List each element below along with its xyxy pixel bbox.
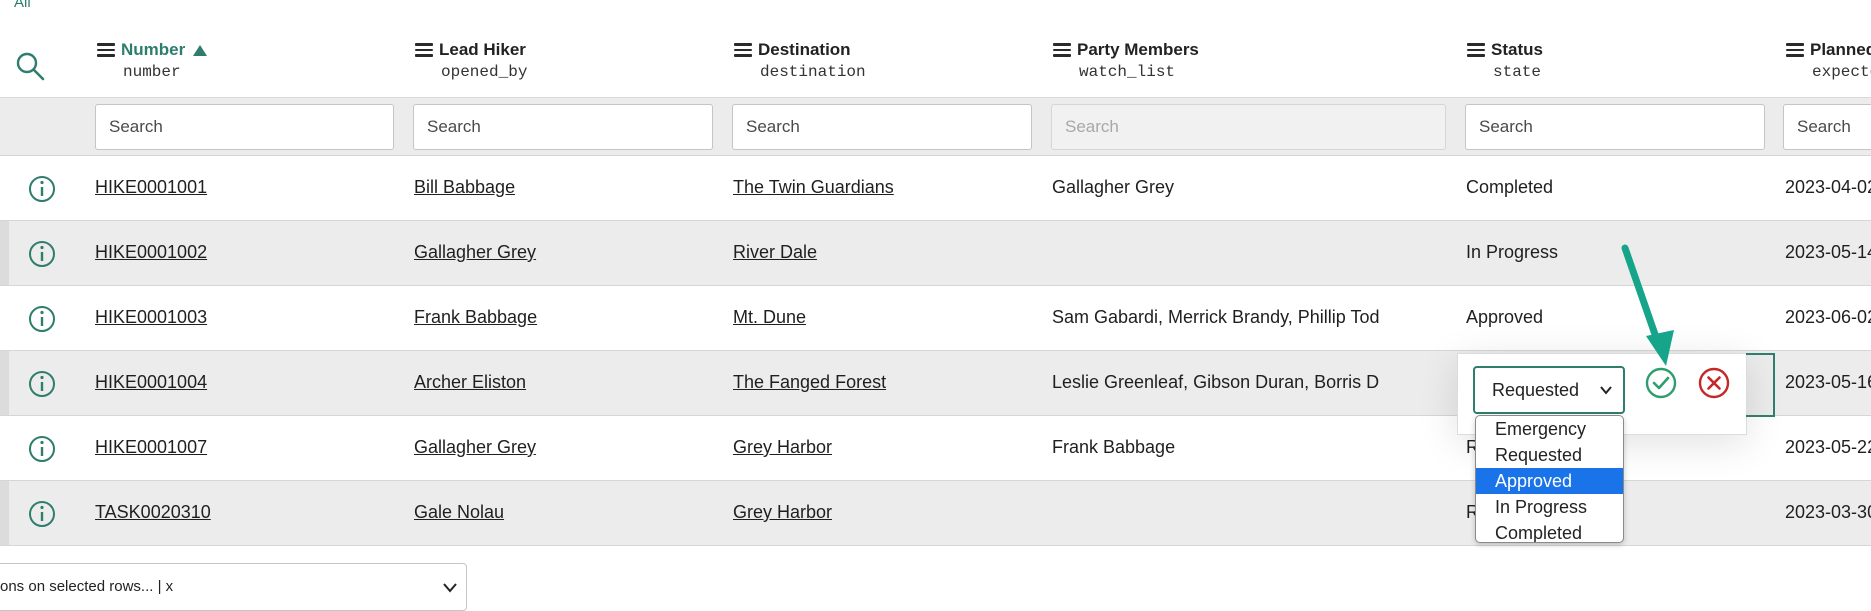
dropdown-option[interactable]: In Progress — [1476, 494, 1623, 520]
editing-cell-outline — [1746, 353, 1775, 417]
actions-on-selected-rows-select[interactable]: ons on selected rows... | x — [0, 563, 467, 611]
cell-destination[interactable]: Grey Harbor — [733, 437, 832, 458]
cell-planned: 2023-04-02 — [1785, 177, 1871, 197]
column-header-planned[interactable]: Planned expected — [1786, 40, 1871, 81]
dropdown-option[interactable]: Completed — [1476, 520, 1623, 542]
column-title: Planned — [1810, 40, 1871, 59]
search-input-planned[interactable] — [1783, 104, 1871, 150]
info-icon[interactable] — [28, 175, 56, 203]
info-icon[interactable] — [28, 435, 56, 463]
table-row[interactable]: HIKE0001003 Frank Babbage Mt. Dune Sam G… — [0, 286, 1871, 351]
column-title: Lead Hiker — [439, 40, 526, 59]
cell-destination[interactable]: Mt. Dune — [733, 307, 806, 328]
cell-party-members: Gallagher Grey — [1052, 177, 1175, 197]
menu-icon[interactable] — [97, 43, 115, 57]
cell-planned: 2023-03-30 — [1785, 502, 1871, 522]
cell-destination[interactable]: The Twin Guardians — [733, 177, 894, 198]
cell-status[interactable]: Completed — [1466, 177, 1553, 198]
cell-party-members: Leslie Greenleaf, Gibson Duran, Borris D — [1052, 372, 1380, 392]
dropdown-option-highlighted[interactable]: Approved — [1476, 468, 1623, 494]
search-input-party-members — [1051, 104, 1446, 150]
cell-number[interactable]: HIKE0001001 — [95, 177, 207, 198]
column-title: Number — [121, 40, 186, 59]
menu-icon[interactable] — [1467, 43, 1485, 57]
table-row[interactable]: HIKE0001002 Gallagher Grey River Dale In… — [0, 221, 1871, 286]
info-icon[interactable] — [28, 370, 56, 398]
menu-icon[interactable] — [1053, 43, 1071, 57]
column-field: watch_list — [1079, 63, 1176, 81]
cell-planned: 2023-05-14 — [1785, 242, 1871, 262]
menu-icon[interactable] — [415, 43, 433, 57]
column-header-row: Number number Lead Hiker opened_by Desti… — [0, 28, 1871, 98]
cell-lead-hiker[interactable]: Gale Nolau — [414, 502, 504, 523]
status-select[interactable]: Requested — [1473, 366, 1625, 414]
row-indicator — [0, 351, 9, 415]
column-title: Status — [1491, 40, 1543, 59]
cell-planned: 2023-05-22 — [1785, 437, 1871, 457]
dropdown-option[interactable]: Requested — [1476, 442, 1623, 468]
checkmark-icon[interactable] — [1644, 366, 1678, 400]
column-field: destination — [760, 63, 866, 81]
cell-number[interactable]: HIKE0001002 — [95, 242, 207, 263]
column-header-number[interactable]: Number number — [97, 40, 208, 81]
search-input-lead-hiker[interactable] — [413, 104, 713, 150]
cell-planned: 2023-05-16 — [1785, 372, 1871, 392]
cell-lead-hiker[interactable]: Gallagher Grey — [414, 242, 536, 263]
search-input-destination[interactable] — [732, 104, 1032, 150]
column-field: state — [1493, 63, 1542, 81]
column-header-lead-hiker[interactable]: Lead Hiker opened_by — [415, 40, 527, 81]
column-header-party-members[interactable]: Party Members watch_list — [1053, 40, 1199, 81]
cell-party-members: Frank Babbage — [1052, 437, 1176, 457]
column-field: number — [123, 63, 181, 81]
table-row[interactable]: HIKE0001001 Bill Babbage The Twin Guardi… — [0, 156, 1871, 221]
cell-destination[interactable]: The Fanged Forest — [733, 372, 886, 393]
chevron-down-icon — [443, 583, 457, 593]
cell-party-members: Sam Gabardi, Merrick Brandy, Phillip Tod — [1052, 307, 1380, 327]
breadcrumb-all[interactable]: All — [14, 0, 31, 11]
search-input-number[interactable] — [95, 104, 394, 150]
cell-lead-hiker[interactable]: Gallagher Grey — [414, 437, 536, 458]
cell-lead-hiker[interactable]: Bill Babbage — [414, 177, 515, 198]
actions-select-label: ons on selected rows... | x — [0, 578, 174, 595]
menu-icon[interactable] — [734, 43, 752, 57]
info-icon[interactable] — [28, 500, 56, 528]
search-icon[interactable] — [14, 50, 48, 84]
column-field: opened_by — [441, 63, 528, 81]
cell-planned: 2023-06-02 — [1785, 307, 1871, 327]
status-select-value: Requested — [1492, 380, 1580, 400]
column-header-status[interactable]: Status state — [1467, 40, 1543, 81]
sort-ascending-icon — [193, 44, 208, 56]
row-indicator — [0, 481, 9, 545]
cell-destination[interactable]: River Dale — [733, 242, 817, 263]
column-field: expected — [1812, 63, 1871, 81]
cell-number[interactable]: TASK0020310 — [95, 502, 211, 523]
cell-number[interactable]: HIKE0001007 — [95, 437, 207, 458]
cell-destination[interactable]: Grey Harbor — [733, 502, 832, 523]
cell-number[interactable]: HIKE0001004 — [95, 372, 207, 393]
column-header-destination[interactable]: Destination destination — [734, 40, 866, 81]
search-input-status[interactable] — [1465, 104, 1765, 150]
dropdown-option[interactable]: Emergency — [1476, 416, 1623, 442]
column-title: Party Members — [1077, 40, 1199, 59]
column-search-row — [0, 98, 1871, 156]
chevron-down-icon — [1600, 386, 1612, 395]
row-indicator — [0, 221, 9, 285]
info-icon[interactable] — [28, 240, 56, 268]
cell-lead-hiker[interactable]: Frank Babbage — [414, 307, 537, 328]
cell-status[interactable]: Approved — [1466, 307, 1543, 328]
cell-number[interactable]: HIKE0001003 — [95, 307, 207, 328]
cell-lead-hiker[interactable]: Archer Eliston — [414, 372, 526, 393]
info-icon[interactable] — [28, 305, 56, 333]
menu-icon[interactable] — [1786, 43, 1804, 57]
column-title: Destination — [758, 40, 851, 59]
status-dropdown-list: Emergency Requested Approved In Progress… — [1475, 415, 1624, 543]
cell-status[interactable]: In Progress — [1466, 242, 1558, 263]
cancel-icon[interactable] — [1697, 366, 1731, 400]
